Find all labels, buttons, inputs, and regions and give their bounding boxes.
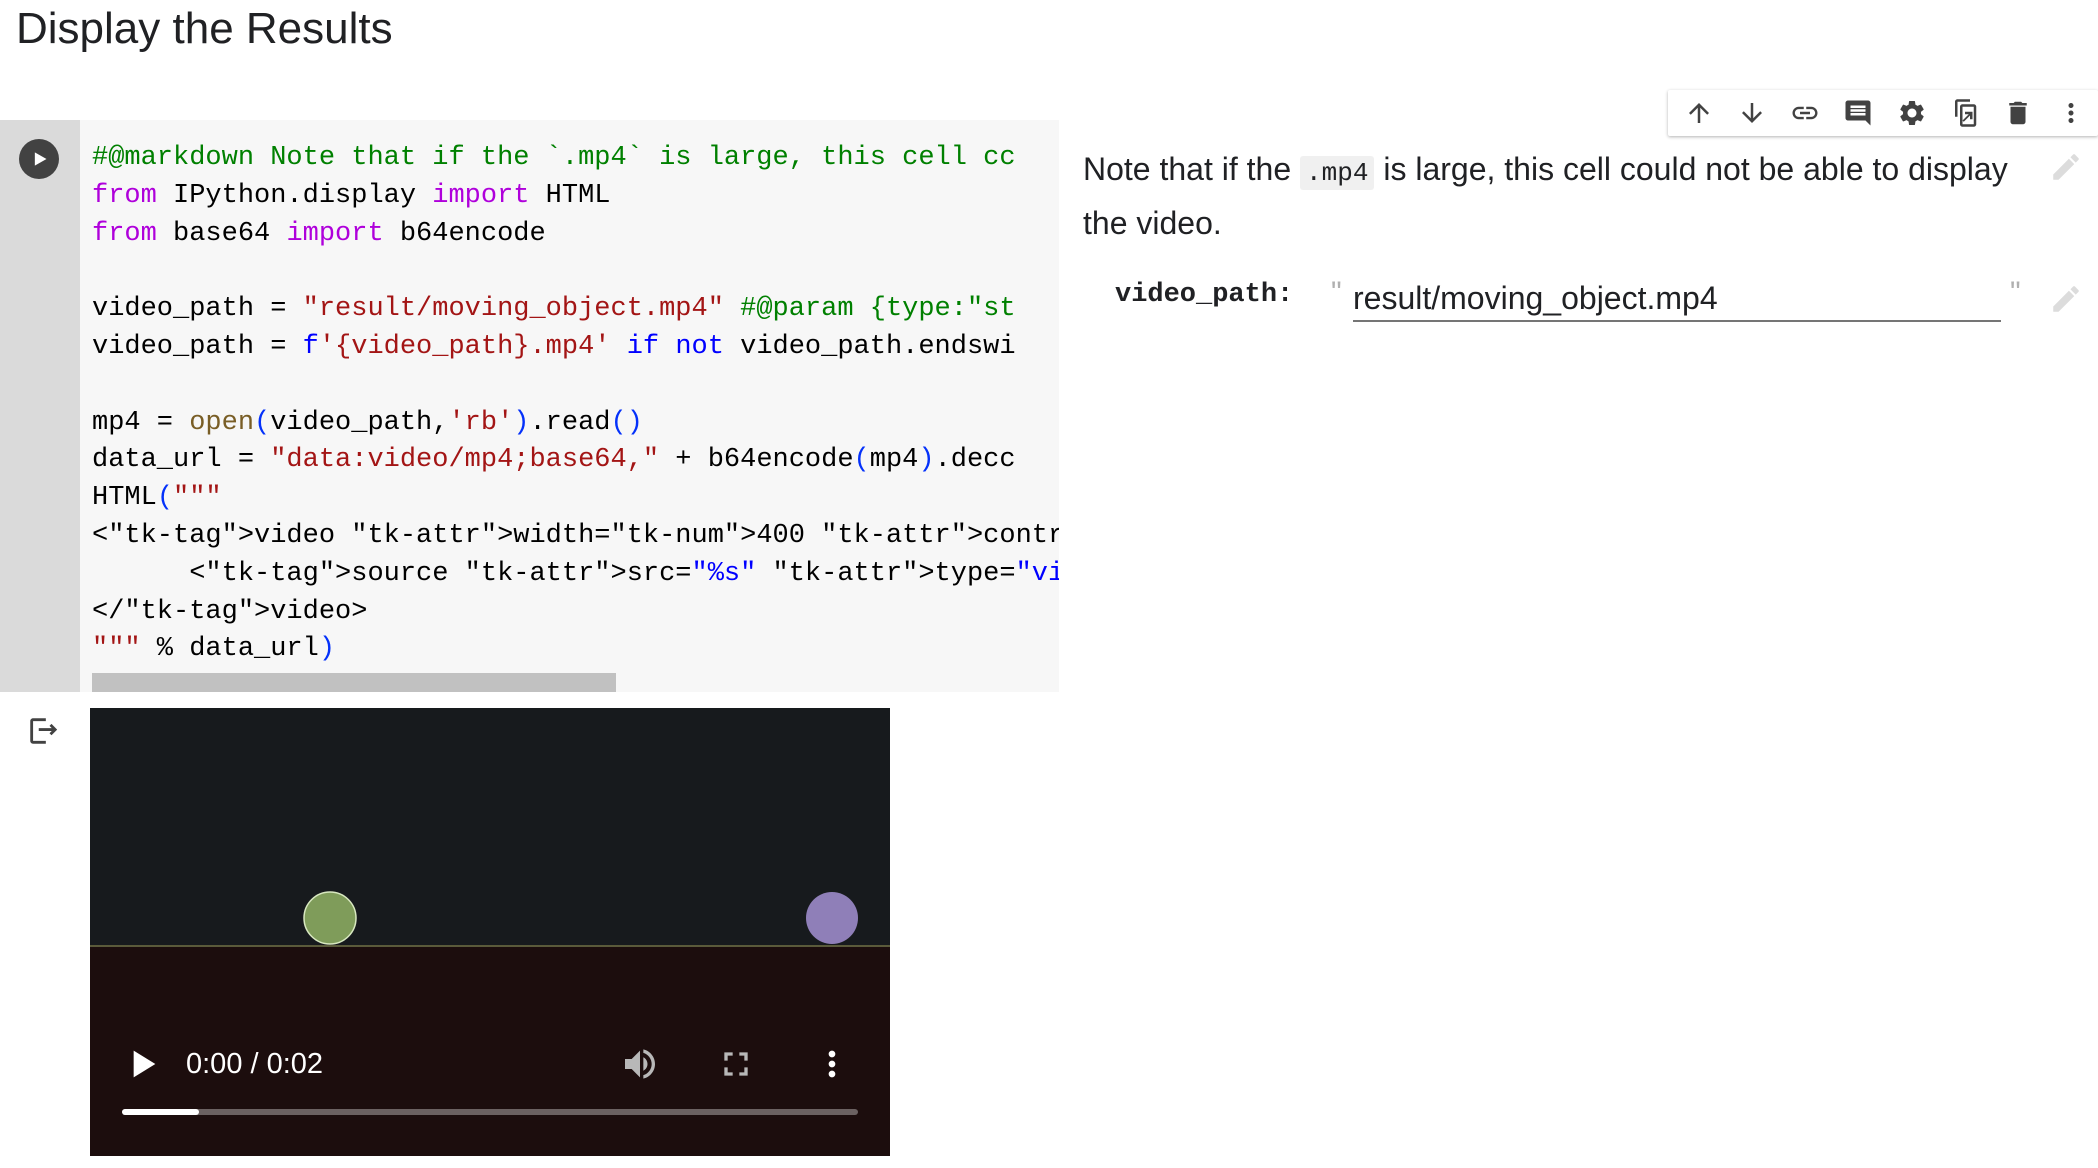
video-sky [90, 708, 890, 946]
pencil-icon [2053, 154, 2079, 180]
mirror-cell-button[interactable] [1938, 90, 1991, 136]
code-line-12: <"tk-tag">source "tk-attr">src="%s" "tk-… [92, 558, 1059, 589]
play-icon [133, 1050, 156, 1078]
move-cell-up-button[interactable] [1672, 90, 1725, 136]
code-line-6: video_path = f'{video_path}.mp4' if not … [92, 331, 1016, 362]
form-panel: Note that if the .mp4 is large, this cel… [1059, 120, 2098, 692]
volume-icon [625, 1049, 655, 1079]
comment-icon [1845, 100, 1871, 126]
output-actions-button[interactable] [26, 714, 60, 748]
code-line-11: <"tk-tag">video "tk-attr">width="tk-num"… [92, 520, 1059, 551]
more-vert-icon [2068, 103, 2074, 123]
markdown-note: Note that if the .mp4 is large, this cel… [1083, 144, 2043, 248]
video-more-button[interactable] [812, 1044, 852, 1084]
section-heading: Display the Results [16, 4, 393, 53]
output-redirect-icon [30, 718, 58, 744]
green-ball [303, 891, 357, 945]
play-icon [34, 152, 47, 166]
edit-markdown-button[interactable] [2049, 150, 2083, 184]
gear-icon [1899, 101, 1924, 125]
arrow-up-icon [1688, 103, 1709, 123]
param-label: video_path: [1115, 280, 1294, 310]
video-play-button[interactable] [122, 1044, 162, 1084]
code-line-9: data_url = "data:video/mp4;base64," + b6… [92, 445, 1016, 476]
arrow-down-icon [1741, 103, 1762, 123]
move-cell-down-button[interactable] [1725, 90, 1778, 136]
close-quote: " [2010, 276, 2021, 309]
code-line-14: """ % data_url) [92, 634, 336, 665]
code-line-5: video_path = "result/moving_object.mp4" … [92, 294, 1016, 325]
link-to-cell-button[interactable] [1779, 90, 1832, 136]
purple-ball [806, 892, 858, 944]
video-path-input[interactable] [1353, 276, 2001, 322]
code-cell: #@markdown Note that if the `.mp4` is la… [0, 120, 2098, 692]
code-line-10: HTML(""" [92, 483, 222, 514]
code-line-3: from base64 import b64encode [92, 218, 546, 249]
more-vert-icon [828, 1050, 836, 1078]
code-line-1: #@markdown Note that if the `.mp4` is la… [92, 143, 1016, 173]
link-icon [1792, 106, 1818, 120]
note-inline-code: .mp4 [1300, 156, 1375, 190]
video-progress-fill [122, 1109, 200, 1115]
fullscreen-icon [724, 1052, 748, 1076]
fullscreen-button[interactable] [716, 1044, 756, 1084]
volume-button[interactable] [620, 1044, 660, 1084]
more-actions-button[interactable] [2045, 90, 2098, 136]
note-text-before: Note that if the [1083, 151, 1301, 187]
code-line-2: from IPython.display import HTML [92, 180, 611, 211]
run-cell-button[interactable] [19, 139, 59, 179]
cell-settings-button[interactable] [1885, 90, 1938, 136]
code-text: #@markdown Note that if the `.mp4` is la… [92, 140, 1059, 669]
open-quote: " [1331, 276, 1342, 309]
cell-gutter [0, 120, 80, 692]
code-line-13: </"tk-tag">video> [92, 596, 368, 627]
horizontal-scrollbar[interactable] [92, 673, 616, 692]
video-progress-bar[interactable] [122, 1109, 858, 1115]
video-frame [90, 708, 890, 1156]
edit-param-button[interactable] [2049, 282, 2083, 316]
mirror-cell-icon [1954, 99, 1977, 127]
delete-cell-button[interactable] [1992, 90, 2045, 136]
add-comment-button[interactable] [1832, 90, 1885, 136]
code-line-8: mp4 = open(video_path,'rb').read() [92, 407, 643, 438]
code-editor[interactable]: #@markdown Note that if the `.mp4` is la… [80, 120, 1059, 692]
video-time-display: 0:00 / 0:02 [186, 1048, 324, 1080]
trash-icon [2009, 101, 2027, 125]
pencil-icon [2053, 286, 2079, 312]
cell-toolbar [1668, 90, 2098, 136]
video-player[interactable]: 0:00 / 0:02 [90, 708, 890, 1156]
